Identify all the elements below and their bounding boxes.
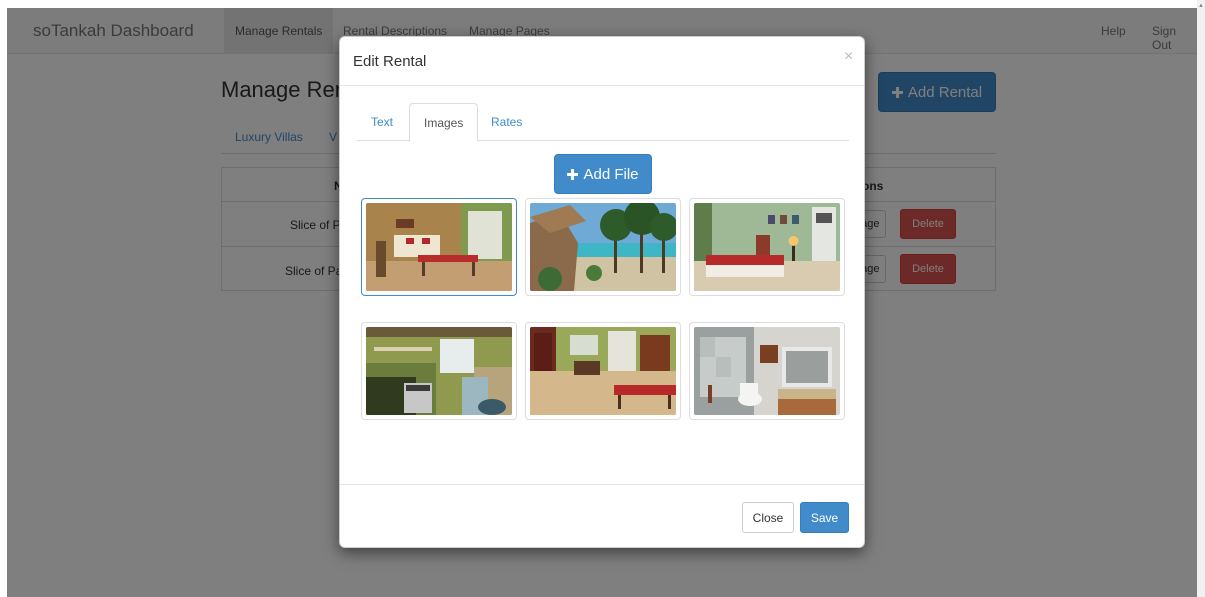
bathroom-photo [694,327,840,415]
image-thumbnail-bathroom[interactable] [689,322,845,420]
green-bedroom-photo [694,203,840,291]
edit-rental-modal: Edit Rental × Text Images Rates Add File [339,36,865,548]
image-thumbnail-living-room[interactable] [525,322,681,420]
image-thumbnail-green-bedroom[interactable] [689,198,845,296]
modal-header: Edit Rental × [340,37,864,86]
tab-rates[interactable]: Rates [477,103,536,141]
modal-footer: Close Save [340,484,864,548]
tab-text[interactable]: Text [357,103,407,141]
modal-title: Edit Rental [353,53,427,70]
image-thumbnail-bedroom[interactable] [361,198,517,296]
living-room-photo [530,327,676,415]
close-button[interactable]: Close [742,502,794,533]
save-button-label: Save [810,510,839,525]
bedroom-photo [366,203,512,291]
kitchen-photo [366,327,512,415]
beach-photo [530,203,676,291]
image-thumbnail-kitchen[interactable] [361,322,517,420]
page-scrollbar[interactable]: ▲ [1197,0,1205,597]
scroll-up-arrow-icon[interactable]: ▲ [1198,3,1204,9]
add-file-button[interactable]: Add File [554,154,652,194]
close-icon[interactable]: × [844,48,853,66]
save-button[interactable]: Save [800,502,849,533]
close-button-label: Close [752,510,784,525]
plus-icon [567,168,579,180]
add-file-label: Add File [583,165,639,183]
tab-images[interactable]: Images [409,103,479,142]
image-thumbnail-beach[interactable] [525,198,681,296]
modal-tabs: Text Images Rates [357,103,849,142]
